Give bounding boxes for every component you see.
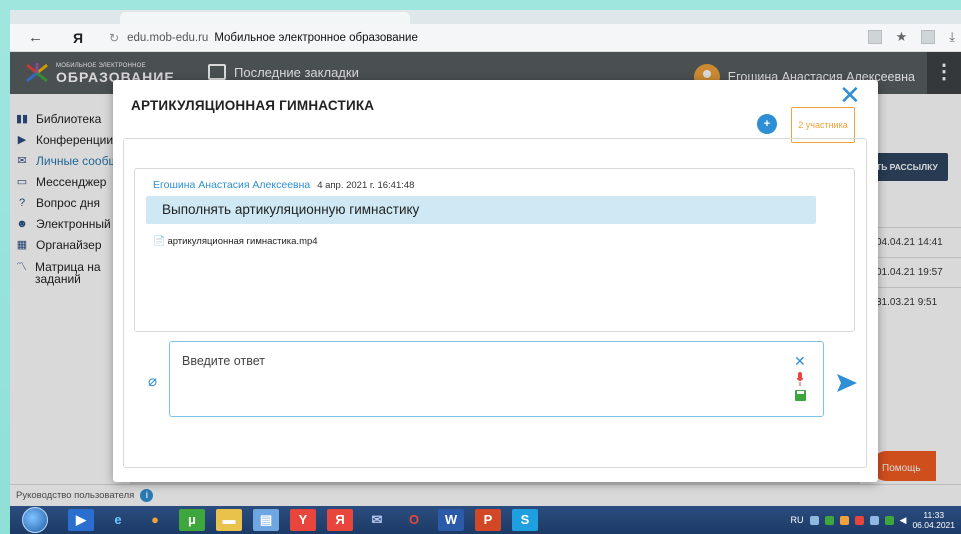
file-icon: 📄 [153,236,166,247]
media-player-icon[interactable]: ▶ [68,509,94,531]
chrome-icon[interactable]: ● [142,509,168,531]
attachment-name: артикуляционная гимнастика.mp4 [167,236,318,247]
reload-icon[interactable]: ↻ [109,31,119,45]
folder-icon[interactable]: ▬ [216,509,242,531]
reply-box: ✕ [169,341,824,417]
volume-icon[interactable]: ◀ [900,515,907,526]
yandex-browser-icon[interactable]: Y [290,509,316,531]
reply-input[interactable] [182,354,782,368]
tray-icon[interactable] [809,515,819,525]
tray-icon[interactable] [839,515,849,525]
conversation-panel: Егошина Анастасия Алексеевна 4 апр. 2021… [123,138,867,468]
yandex-icon[interactable]: Я [327,509,353,531]
message-meta: Егошина Анастасия Алексеевна 4 апр. 2021… [153,179,414,191]
tray-icon[interactable] [824,515,834,525]
clock-time: 11:33 [923,510,945,520]
tray-icon[interactable] [884,515,894,525]
tray-icon[interactable] [869,515,879,525]
taskbar: ▶ e ● μ ▬ ▤ Y Я ✉ O W P S RU ◀ 11:33 06.… [10,506,961,534]
close-icon[interactable]: ✕ [839,82,861,108]
conversation-modal: АРТИКУЛЯЦИОННАЯ ГИМНАСТИКА ✕ + 2 участни… [113,80,878,482]
utorrent-icon[interactable]: μ [179,509,205,531]
message-timestamp: 4 апр. 2021 г. 16:41:48 [317,180,415,191]
message-author[interactable]: Егошина Анастасия Алексеевна [153,179,310,191]
microphone-icon[interactable] [796,372,804,386]
bookmark-star-icon[interactable]: ★ [896,29,908,45]
tray-icon[interactable] [854,515,864,525]
browser-active-tab[interactable] [120,12,410,24]
yandex-logo-icon[interactable]: Я [73,30,83,46]
skype-icon[interactable]: S [512,509,538,531]
mail-app-icon[interactable]: ✉ [364,509,390,531]
back-arrow-icon[interactable]: ← [28,29,43,46]
notepad-icon[interactable]: ▤ [253,509,279,531]
language-indicator[interactable]: RU [791,515,804,525]
system-tray: RU ◀ 11:33 06.04.2021 [791,510,955,530]
modal-title: АРТИКУЛЯЦИОННАЯ ГИМНАСТИКА [131,98,375,113]
clear-icon[interactable]: ✕ [794,354,806,368]
send-icon[interactable] [836,373,858,393]
address-url[interactable]: edu.mob-edu.ru [127,32,208,44]
page-title: Мобильное электронное образование [214,31,418,44]
browser-toolbar-right: ★ ⤓ [867,29,955,45]
browser-address-bar: ← Я ↻ edu.mob-edu.ru Мобильное электронн… [10,24,961,52]
start-button-icon[interactable] [22,507,48,533]
word-icon[interactable]: W [438,509,464,531]
powerpoint-icon[interactable]: P [475,509,501,531]
download-icon[interactable]: ⤓ [949,29,955,45]
attachment-link[interactable]: 📄 артикуляционная гимнастика.mp4 [153,236,318,247]
clock-date: 06.04.2021 [912,520,955,530]
clock[interactable]: 11:33 06.04.2021 [912,510,955,530]
save-icon[interactable] [795,390,806,401]
taskbar-apps: ▶ e ● μ ▬ ▤ Y Я ✉ O W P S [68,509,538,531]
message-text: Выполнять артикуляционную гимнастику [146,196,816,224]
paperclip-icon[interactable]: ⌀ [148,372,157,390]
extension-icon[interactable] [921,30,936,44]
opera-icon[interactable]: O [401,509,427,531]
internet-explorer-icon[interactable]: e [105,509,131,531]
message-list: Егошина Анастасия Алексеевна 4 апр. 2021… [134,168,855,332]
add-participant-icon[interactable]: + [757,114,777,134]
tabs-icon[interactable] [867,30,882,44]
